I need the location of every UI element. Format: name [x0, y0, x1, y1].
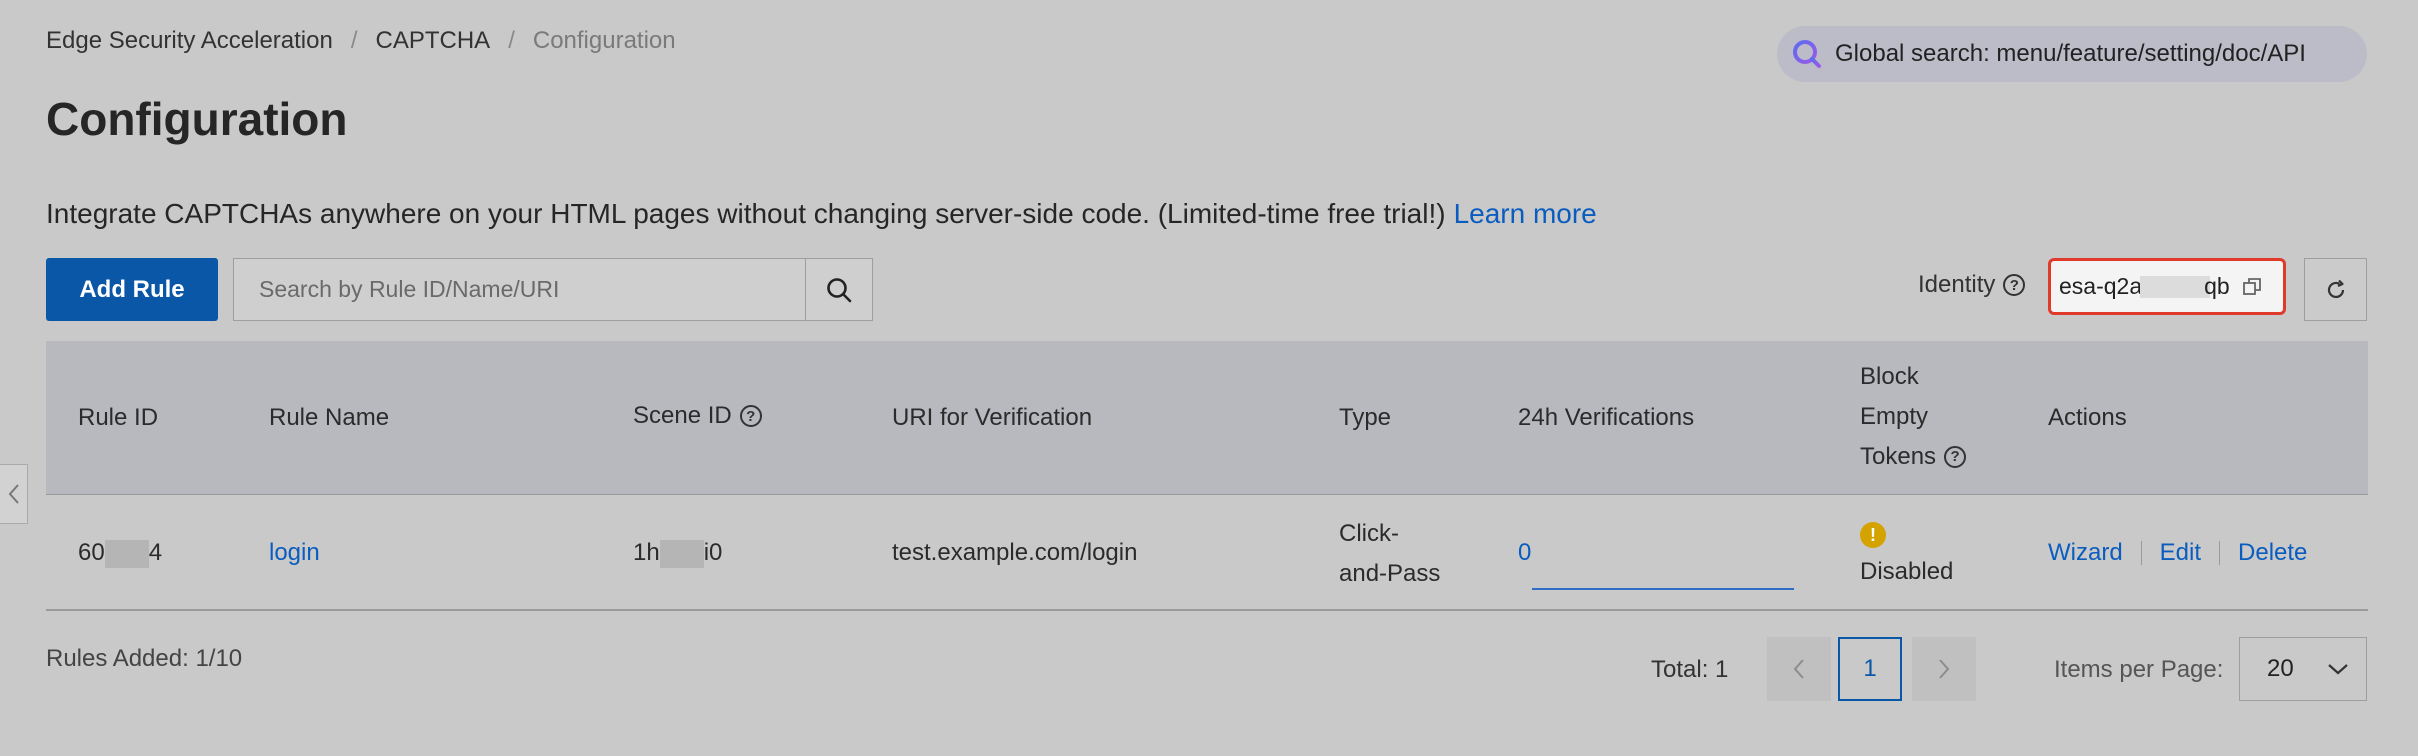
chevron-left-icon	[1793, 659, 1804, 679]
cell-block-empty-tokens: ! Disabled	[1860, 522, 1953, 586]
verifications-sparkline	[1532, 588, 1794, 590]
cell-scene-id: 1h i0	[633, 539, 722, 568]
rule-id-suffix: 4	[148, 539, 163, 566]
scene-id-suffix: i0	[703, 539, 723, 566]
sidebar-expand-handle[interactable]	[0, 464, 28, 524]
table-row: 60 4 login 1h i0 test.example.com/login Cl…	[46, 496, 2368, 611]
chevron-left-icon	[8, 484, 19, 504]
refresh-icon	[2327, 279, 2344, 298]
search-icon	[827, 277, 852, 302]
action-divider	[2140, 541, 2142, 565]
learn-more-link[interactable]: Learn more	[1454, 198, 1597, 229]
header-block-line2: Empty	[1860, 403, 1929, 430]
verifications-count-link[interactable]: 0	[1518, 539, 1531, 567]
breadcrumb-item-edge-security[interactable]: Edge Security Acceleration	[46, 27, 333, 55]
header-uri: URI for Verification	[892, 404, 1093, 431]
chevron-down-icon	[2328, 664, 2348, 675]
warning-icon: !	[1860, 522, 1886, 548]
rules-added-count: Rules Added: 1/10	[46, 645, 243, 672]
type-line2: and-Pass	[1339, 560, 1441, 587]
total-count: Total: 1	[1651, 656, 1729, 683]
identity-value: esa-q2a qb	[2048, 258, 2286, 315]
scene-id-prefix: 1h	[633, 539, 660, 566]
search-button[interactable]	[805, 259, 872, 320]
header-rule-id: Rule ID	[78, 404, 159, 431]
breadcrumb-item-captcha[interactable]: CAPTCHA	[376, 27, 491, 55]
add-rule-button[interactable]: Add Rule	[46, 258, 218, 321]
rule-search	[233, 258, 873, 321]
items-per-page-value: 20	[2267, 655, 2294, 682]
rule-name-link[interactable]: login	[269, 539, 320, 567]
global-search-label: Global search: menu/feature/setting/doc/…	[1835, 40, 2306, 67]
table-header: Rule ID Rule Name Scene ID ? URI for Ver…	[46, 341, 2368, 495]
breadcrumb-current: Configuration	[532, 27, 676, 54]
intro-text: Integrate CAPTCHAs anywhere on your HTML…	[46, 198, 1446, 229]
next-page-button[interactable]	[1912, 637, 1976, 701]
copy-icon[interactable]	[2242, 277, 2262, 297]
header-block-line3: Tokens	[1860, 443, 1937, 470]
help-icon[interactable]: ?	[1944, 446, 1967, 468]
block-status: Disabled	[1860, 558, 1954, 585]
header-scene-id: Scene ID ?	[633, 402, 762, 430]
identity-label: Identity ?	[1918, 271, 2026, 299]
help-icon[interactable]: ?	[739, 405, 762, 427]
redacted-mask	[104, 539, 149, 568]
cell-type: Click- and-Pass	[1339, 514, 1440, 594]
cell-uri: test.example.com/login	[892, 539, 1138, 566]
global-search-icon	[1793, 40, 1821, 68]
cell-actions: Wizard Edit Delete	[2048, 539, 2307, 567]
cell-rule-id: 60 4	[78, 539, 162, 568]
rule-id-prefix: 60	[78, 539, 105, 566]
header-scene-id-text: Scene ID	[633, 402, 732, 429]
identity-suffix: qb	[2204, 273, 2230, 299]
prev-page-button[interactable]	[1767, 637, 1831, 701]
wizard-link[interactable]: Wizard	[2048, 539, 2123, 567]
type-line1: Click-	[1339, 520, 1399, 547]
edit-link[interactable]: Edit	[2160, 539, 2201, 567]
identity-label-text: Identity	[1918, 271, 1996, 298]
redacted-mask	[2140, 275, 2211, 298]
breadcrumb: Edge Security Acceleration / CAPTCHA / C…	[46, 27, 676, 55]
identity-prefix: esa-q2a	[2059, 273, 2143, 299]
global-search-button[interactable]: Global search: menu/feature/setting/doc/…	[1777, 26, 2367, 82]
delete-link[interactable]: Delete	[2238, 539, 2307, 567]
breadcrumb-separator: /	[508, 27, 515, 54]
page-1-button[interactable]: 1	[1838, 637, 1902, 701]
header-rule-name: Rule Name	[269, 404, 390, 431]
rule-search-input[interactable]	[234, 259, 805, 320]
header-block-line1: Block	[1860, 363, 1919, 390]
breadcrumb-separator: /	[350, 27, 358, 54]
page-intro: Integrate CAPTCHAs anywhere on your HTML…	[46, 198, 1597, 230]
header-verifications: 24h Verifications	[1518, 404, 1695, 431]
chevron-right-icon	[1939, 659, 1950, 679]
redacted-mask	[659, 539, 704, 568]
header-actions: Actions	[2048, 404, 2127, 431]
items-per-page-label: Items per Page:	[2054, 656, 2224, 683]
header-block-empty-tokens: Block Empty Tokens ?	[1860, 357, 1967, 477]
items-per-page-select[interactable]: 20	[2239, 637, 2367, 701]
action-divider	[2219, 541, 2221, 565]
page-title: Configuration	[46, 93, 348, 145]
header-type: Type	[1339, 404, 1392, 431]
help-icon[interactable]: ?	[2003, 274, 2026, 296]
refresh-button[interactable]	[2304, 258, 2367, 321]
